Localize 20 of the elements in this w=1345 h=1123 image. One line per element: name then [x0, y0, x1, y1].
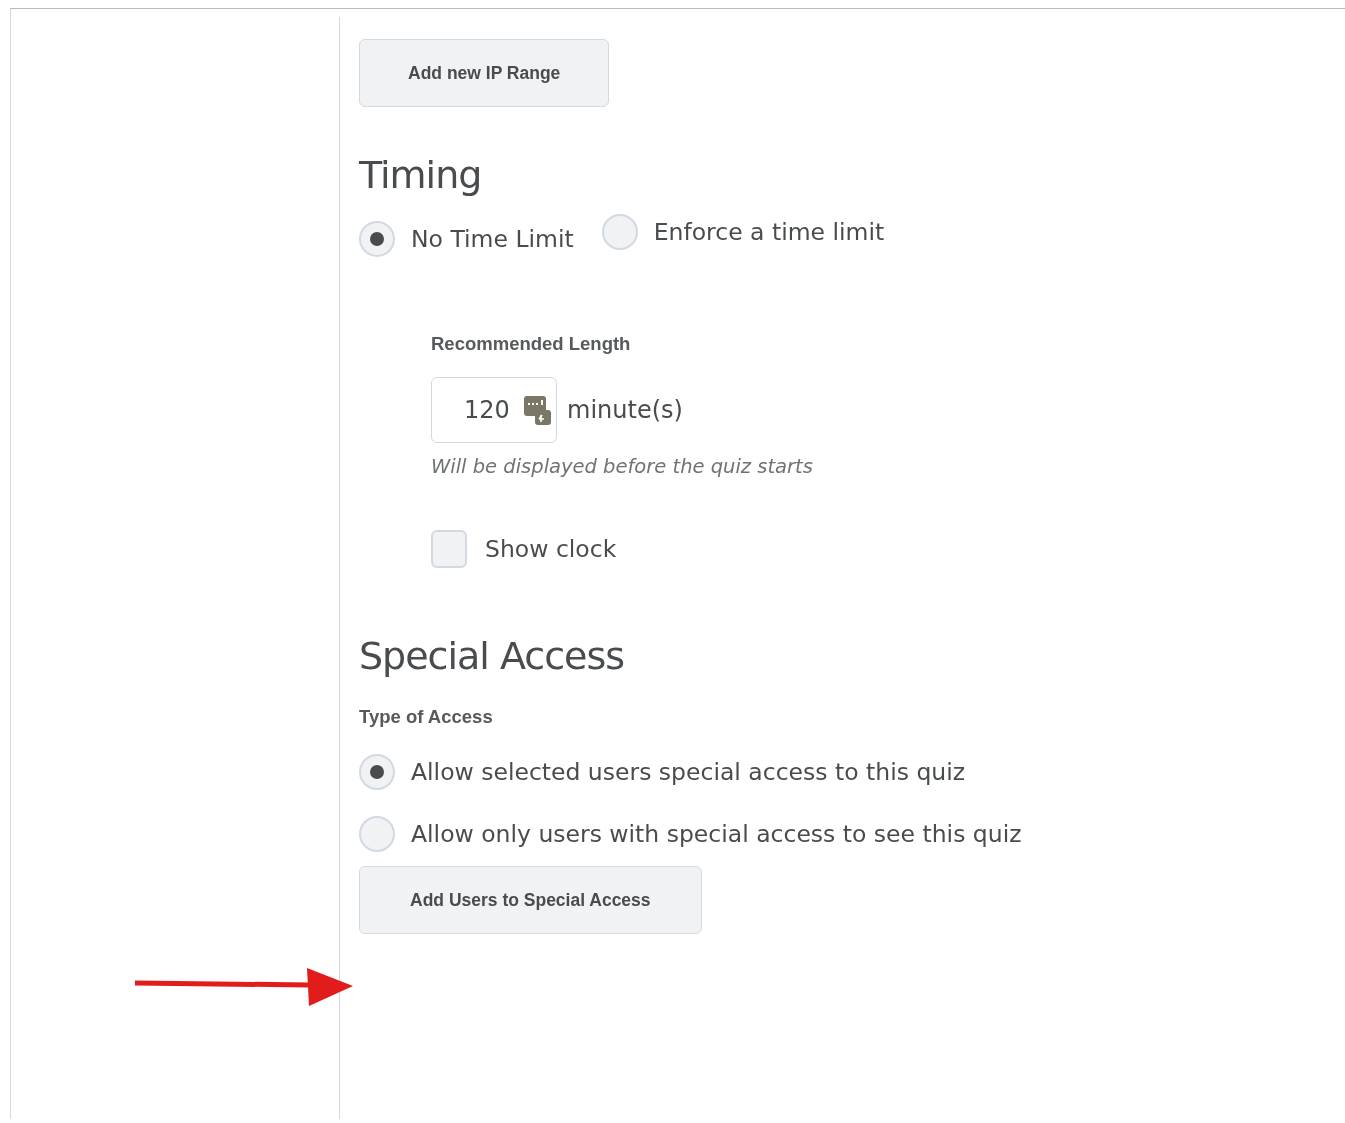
- section-heading: Timing: [359, 153, 482, 197]
- radio-label: Allow only users with special access to see this quiz: [411, 820, 1022, 848]
- unit-label: minute(s): [567, 396, 683, 424]
- field-label: Type of Access: [359, 706, 493, 728]
- section-heading: Special Access: [359, 634, 625, 678]
- checkbox-label: Show clock: [485, 535, 617, 563]
- radio-button[interactable]: [601, 214, 638, 250]
- radio-button[interactable]: [359, 221, 395, 257]
- length-input-field[interactable]: 120: [431, 377, 557, 443]
- checkbox[interactable]: [431, 530, 467, 568]
- radio-label: Enforce a time limit: [653, 218, 885, 246]
- radio-button[interactable]: [359, 816, 395, 852]
- radio-label: Allow selected users special access to this quiz: [411, 758, 966, 786]
- keypad-icon: [523, 394, 553, 426]
- field-label: Recommended Length: [431, 333, 632, 355]
- hint-text: Will be displayed before the quiz starts: [431, 455, 813, 478]
- add-users-button[interactable]: Add Users to Special Access: [359, 866, 702, 934]
- add-ip-range-button[interactable]: Add new IP Range: [359, 39, 610, 107]
- radio-label: No Time Limit: [411, 225, 574, 253]
- radio-button[interactable]: [359, 754, 395, 790]
